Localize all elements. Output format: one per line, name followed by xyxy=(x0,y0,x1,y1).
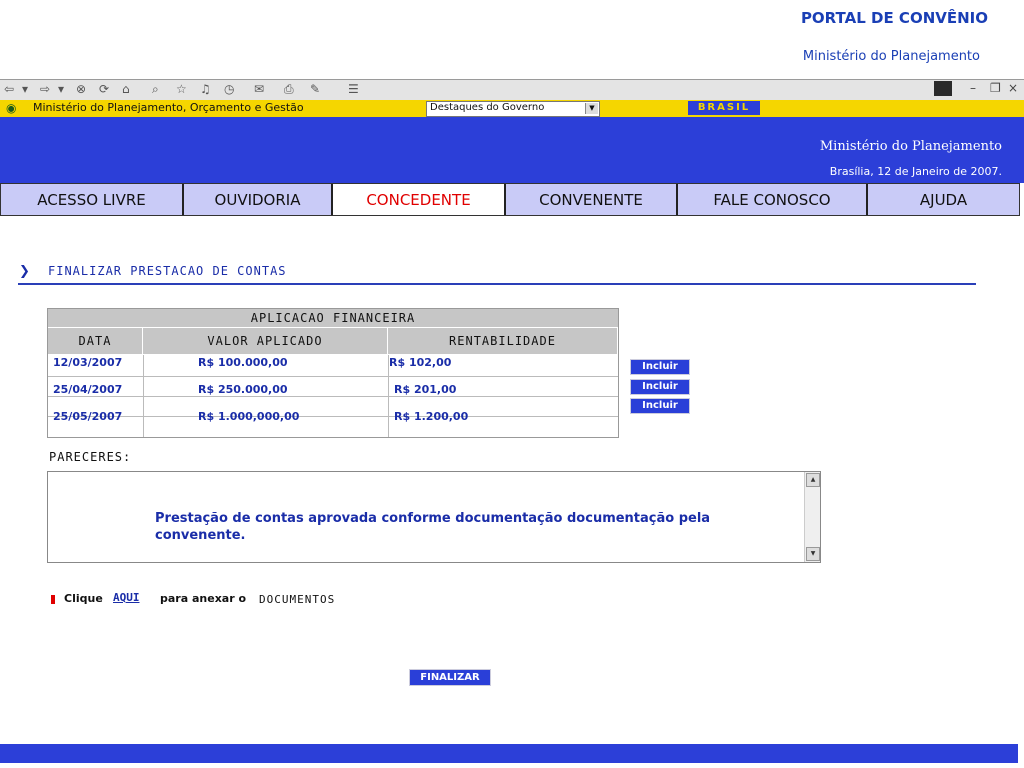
table-cell-valor: R$ 100.000,00 xyxy=(198,356,288,369)
column-header-data: DATA xyxy=(48,328,143,354)
gov-select-value: Destaques do Governo xyxy=(430,102,545,113)
restore-icon[interactable]: ❐ xyxy=(990,81,1001,95)
table-title: APLICACAO FINANCEIRA xyxy=(48,309,618,327)
gov-select[interactable]: Destaques do Governo ▼ xyxy=(426,101,600,117)
tab-acesso-livre[interactable]: ACESSO LIVRE xyxy=(1,184,184,215)
attach-suffix: DOCUMENTOS xyxy=(259,593,336,606)
attach-prefix: Clique xyxy=(64,592,103,605)
finalize-button[interactable]: FINALIZAR xyxy=(409,669,491,686)
portal-title: PORTAL DE CONVÊNIO xyxy=(800,9,988,27)
include-button[interactable]: Incluir xyxy=(630,359,690,375)
scroll-down-icon[interactable]: ▼ xyxy=(806,547,820,561)
attach-link[interactable]: AQUI xyxy=(113,591,140,604)
forward-icon[interactable]: ⇨ xyxy=(40,82,50,96)
section-arrow-icon: ❯ xyxy=(19,264,30,279)
chevron-down-icon[interactable]: ▼ xyxy=(585,103,598,114)
main-nav: ACESSO LIVRE OUVIDORIA CONCEDENTE CONVEN… xyxy=(0,183,1020,216)
table-cell-data: 25/04/2007 xyxy=(53,383,123,396)
section-divider xyxy=(18,283,976,285)
edit-icon[interactable]: ✎ xyxy=(310,82,320,96)
pareceres-textarea[interactable]: Prestação de contas aprovada conforme do… xyxy=(47,471,821,563)
search-icon[interactable]: ⌕ xyxy=(152,82,159,97)
date-text: Brasília, 12 de Janeiro de 2007. xyxy=(829,165,1002,178)
gov-title[interactable]: Ministério do Planejamento, Orçamento e … xyxy=(33,101,304,114)
table-cell-rentabilidade: R$ 201,00 xyxy=(394,383,457,396)
mail-icon[interactable]: ✉ xyxy=(254,82,264,96)
table-cell-data: 25/05/2007 xyxy=(53,410,123,423)
include-button[interactable]: Incluir xyxy=(630,379,690,395)
page-title: FINALIZAR PRESTACAO DE CONTAS xyxy=(48,264,287,278)
pareceres-text: Prestação de contas aprovada conforme do… xyxy=(155,511,711,543)
gov-bar: ◉ Ministério do Planejamento, Orçamento … xyxy=(0,100,1024,117)
scrollbar[interactable]: ▲ ▼ xyxy=(804,472,820,562)
minimize-icon[interactable]: – xyxy=(970,81,976,95)
back-icon[interactable]: ⇦ xyxy=(4,82,14,96)
pareceres-label: PARECERES: xyxy=(49,450,132,464)
scroll-up-icon[interactable]: ▲ xyxy=(806,473,820,487)
portal-subtitle: Ministério do Planejamento xyxy=(802,49,980,64)
stop-icon[interactable]: ⊗ xyxy=(76,82,86,96)
tab-fale-conosco[interactable]: FALE CONOSCO xyxy=(678,184,868,215)
history-icon[interactable]: ◷ xyxy=(224,82,234,96)
table-cell-rentabilidade: R$ 102,00 xyxy=(389,356,452,369)
footer-bar xyxy=(0,744,1018,763)
discuss-icon[interactable]: ☰ xyxy=(348,82,359,96)
row-divider xyxy=(48,396,618,397)
attach-middle: para anexar o xyxy=(160,592,247,605)
financial-table: APLICACAO FINANCEIRA DATA VALOR APLICADO… xyxy=(47,308,619,438)
row-divider xyxy=(48,416,618,417)
brasil-logo[interactable]: BRASIL xyxy=(688,101,760,115)
media-icon[interactable]: ♫ xyxy=(200,82,211,96)
dropdown-arrow-icon[interactable]: ▾ xyxy=(22,82,28,96)
include-button[interactable]: Incluir xyxy=(630,398,690,414)
ministry-title: Ministério do Planejamento xyxy=(819,139,1002,154)
bullet-icon xyxy=(51,595,55,604)
table-cell-rentabilidade: R$ 1.200,00 xyxy=(394,410,469,423)
close-icon[interactable]: × xyxy=(1008,81,1018,95)
table-cell-valor: R$ 250.000,00 xyxy=(198,383,288,396)
refresh-icon[interactable]: ⟳ xyxy=(99,82,109,96)
tab-ajuda[interactable]: AJUDA xyxy=(868,184,1019,215)
home-icon[interactable]: ⌂ xyxy=(122,82,130,96)
windows-logo-icon xyxy=(934,81,952,96)
browser-toolbar: ⇦ ▾ ⇨ ▾ ⊗ ⟳ ⌂ ⌕ ☆ ♫ ◷ ✉ ⎙ ✎ ☰ – ❐ × xyxy=(0,79,1024,101)
globe-icon: ◉ xyxy=(6,101,17,115)
column-header-valor: VALOR APLICADO xyxy=(143,328,388,354)
favorites-icon[interactable]: ☆ xyxy=(176,82,187,96)
table-cell-valor: R$ 1.000,000,00 xyxy=(198,410,300,423)
print-icon[interactable]: ⎙ xyxy=(284,82,294,97)
table-cell-data: 12/03/2007 xyxy=(53,356,123,369)
tab-ouvidoria[interactable]: OUVIDORIA xyxy=(184,184,333,215)
blue-banner: Ministério do Planejamento Brasília, 12 … xyxy=(0,117,1024,183)
dropdown-arrow-icon[interactable]: ▾ xyxy=(58,82,64,96)
row-divider xyxy=(48,376,618,377)
column-header-rentabilidade: RENTABILIDADE xyxy=(388,328,618,354)
tab-convenente[interactable]: CONVENENTE xyxy=(506,184,678,215)
tab-concedente[interactable]: CONCEDENTE xyxy=(333,184,506,215)
